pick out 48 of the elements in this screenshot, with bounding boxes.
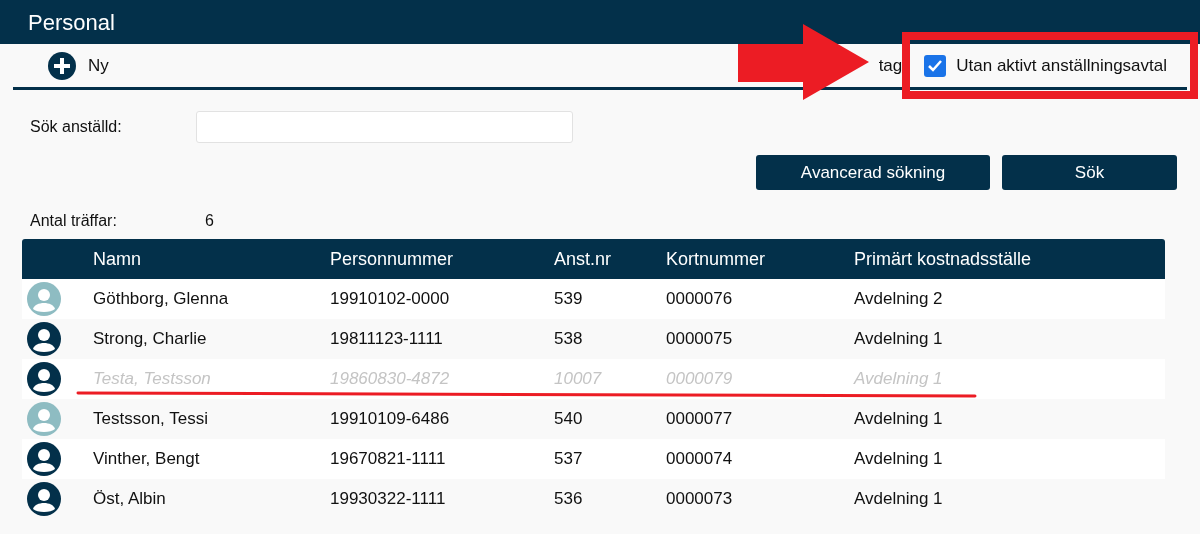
table-cell-text: Avdelning 1 xyxy=(854,408,944,431)
table-cell-text: Testa, Testsson xyxy=(93,368,212,391)
table-cell-text: 0000073 xyxy=(666,488,734,511)
hits-label: Antal träffar: xyxy=(30,211,118,231)
table-cell-text: 539 xyxy=(554,288,584,311)
column-header: Namn xyxy=(93,247,142,271)
search-field[interactable] xyxy=(196,111,573,143)
column-header: Personnummer xyxy=(330,247,455,271)
table-cell-text: 19811123-1111 xyxy=(330,328,444,351)
table-row[interactable]: Göthborg, Glenna 19910102-0000 539 0000076 Avdelning 2 xyxy=(22,279,1165,319)
window-title: Personal xyxy=(28,8,115,37)
table-cell-text: Öst, Albin xyxy=(93,488,167,511)
table-cell-text: Avdelning 1 xyxy=(854,488,944,511)
table-cell-text: 540 xyxy=(554,408,584,431)
table-cell-text: Strong, Charlie xyxy=(93,328,208,351)
table-cell-text: 0000074 xyxy=(666,448,734,471)
filter-checkbox[interactable]: Utan aktivt anställningsavtal xyxy=(924,52,1167,79)
table-cell-text: 0000079 xyxy=(666,368,734,391)
table-cell-text: Vinther, Bengt xyxy=(93,448,201,471)
column-header: Anst.nr xyxy=(554,247,613,271)
search-button[interactable]: Sök xyxy=(1002,155,1177,190)
table-cell-text: 19910109-6486 xyxy=(330,408,451,431)
table-cell-text: 19860830-4872 xyxy=(330,368,451,391)
table-cell-text: 0000075 xyxy=(666,328,734,351)
table-cell-text: Göthborg, Glenna xyxy=(93,288,230,311)
advanced-search-button[interactable]: Avancerad sökning xyxy=(756,155,990,190)
table-cell-text: Avdelning 2 xyxy=(854,288,944,311)
table-cell-text: 19910102-0000 xyxy=(330,288,451,311)
table-cell-text: 537 xyxy=(554,448,584,471)
table-cell-text: 10007 xyxy=(554,368,603,391)
search-label: Sök anställd: xyxy=(30,117,123,137)
table-cell-text: Avdelning 1 xyxy=(854,448,944,471)
table-row[interactable]: Vinther, Bengt 19670821-1111 537 0000074 Avdelning 1 xyxy=(22,439,1165,479)
hits-count: 6 xyxy=(205,211,214,231)
column-header: Kortnummer xyxy=(666,247,767,271)
option-label: tag xyxy=(878,54,903,77)
table-cell-text: 0000077 xyxy=(666,408,734,431)
plus-icon xyxy=(48,51,76,80)
table-cell-text: Avdelning 1 xyxy=(854,368,944,391)
new-button[interactable]: Ny xyxy=(48,51,109,80)
table-cell-text: Avdelning 1 xyxy=(854,328,944,351)
table-cell-text: 0000076 xyxy=(666,288,734,311)
table-cell-text: 19670821-1111 xyxy=(330,448,447,471)
column-header: Primärt kostnadsställe xyxy=(854,247,1033,271)
table-cell-text: 538 xyxy=(554,328,584,351)
table-cell-text: 19930322-1111 xyxy=(330,488,447,511)
table-cell-text: 536 xyxy=(554,488,584,511)
table-cell-text: Testsson, Tessi xyxy=(93,408,209,431)
